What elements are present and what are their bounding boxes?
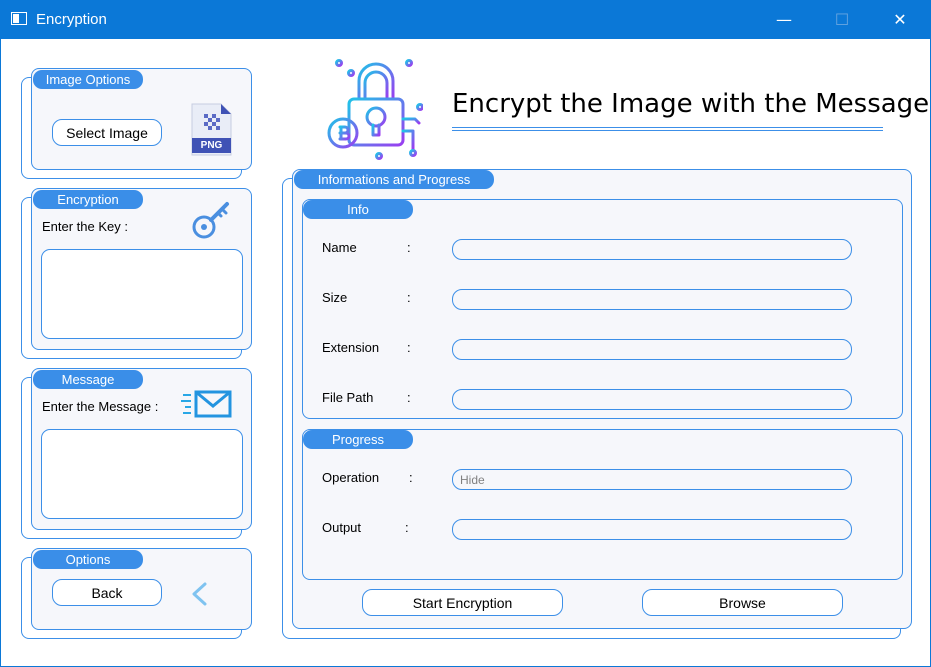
arrow-left-icon[interactable] [191,581,243,607]
png-file-icon: PNG [190,102,233,157]
output-field[interactable] [452,519,852,540]
select-image-button[interactable]: Select Image [52,119,162,146]
lock-circuit-icon [319,57,424,161]
file-path-colon: : [407,390,411,405]
operation-label: Operation [322,470,380,485]
options-tag: Options [33,550,143,569]
key-input[interactable] [41,249,243,339]
maximize-button[interactable]: ☐ [819,1,865,39]
progress-panel [302,429,903,580]
browse-button[interactable]: Browse [642,589,843,616]
message-tag: Message [33,370,143,389]
file-path-field[interactable] [452,389,852,410]
message-input[interactable] [41,429,243,519]
app-icon [11,12,27,25]
size-label: Size [322,290,348,305]
extension-label: Extension [322,340,380,355]
page-heading: Encrypt the Image with the Message [452,89,930,119]
operation-field[interactable]: Hide [452,469,852,490]
size-colon: : [407,290,411,305]
name-field[interactable] [452,239,852,260]
png-icon-label: PNG [200,140,223,151]
close-button[interactable]: ✕ [877,1,923,39]
title-bar: Encryption — ☐ ✕ [1,1,930,39]
window-title: Encryption [36,11,107,28]
message-label: Enter the Message : [42,399,159,414]
back-button[interactable]: Back [52,579,162,606]
output-colon: : [405,520,409,535]
name-label: Name [322,240,357,255]
progress-tag: Progress [303,430,413,449]
name-colon: : [407,240,411,255]
encryption-window: Encryption — ☐ ✕ Image Options Select Im… [0,0,931,667]
extension-colon: : [407,340,411,355]
start-encryption-button[interactable]: Start Encryption [362,589,563,616]
extension-field[interactable] [452,339,852,360]
key-label: Enter the Key : [42,219,128,234]
encryption-tag: Encryption [33,190,143,209]
output-label: Output [322,520,362,535]
size-field[interactable] [452,289,852,310]
operation-colon: : [409,470,413,485]
info-tag: Info [303,200,413,219]
minimize-button[interactable]: — [761,1,807,39]
envelope-icon [181,389,233,419]
info-progress-tag: Informations and Progress [294,170,494,189]
image-options-tag: Image Options [33,70,143,89]
file-path-label: File Path [322,390,374,405]
heading-underline [452,127,883,131]
key-icon [191,198,233,240]
